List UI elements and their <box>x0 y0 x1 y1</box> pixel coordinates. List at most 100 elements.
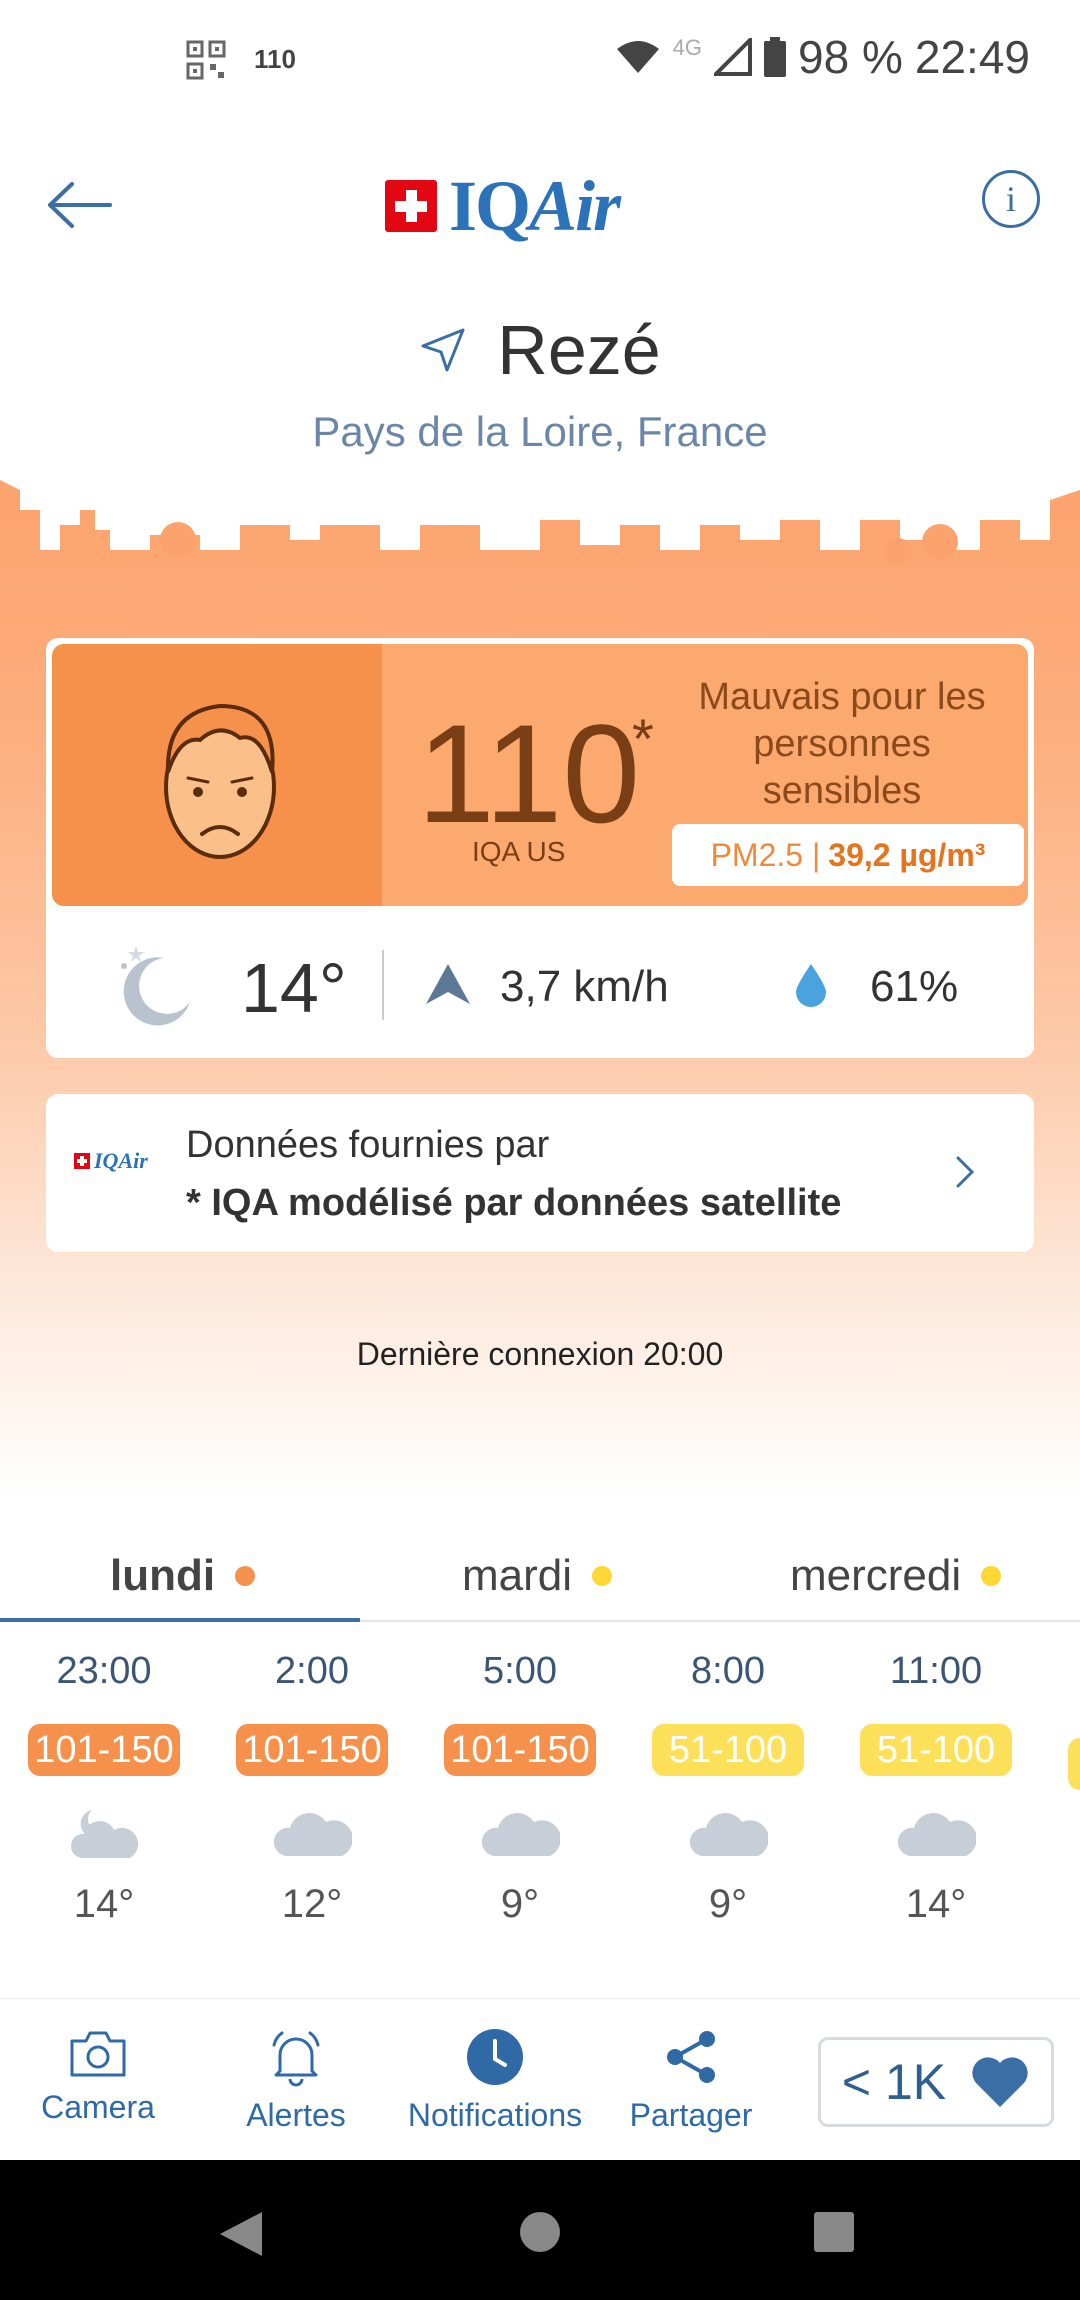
aqi-face-panel <box>52 644 382 906</box>
aqi-band: 110 * IQA US Mauvais pour les personnes … <box>52 644 1028 906</box>
sad-face-icon <box>164 703 276 859</box>
status-aqi-value: 110 <box>254 44 296 74</box>
forecast-item: 2:00 101-150 12° <box>232 1650 392 1927</box>
wind-direction-icon <box>426 964 470 1004</box>
location-block: Rezé Pays de la Loire, France <box>0 310 1080 456</box>
share-icon <box>667 2031 715 2083</box>
status-indicators: 4G 98 % 22:49 <box>615 30 1030 84</box>
source-logo: IQAir <box>74 1148 148 1174</box>
wind-speed: 3,7 km/h <box>500 962 669 1011</box>
moon-icon <box>121 946 190 1026</box>
forecast-aqi-badge-partial <box>1068 1738 1080 1790</box>
battery-level: 98 % <box>798 31 903 83</box>
share-button[interactable]: Partager <box>626 2027 756 2134</box>
notifications-label: Notifications <box>407 2097 583 2133</box>
network-type: 4G <box>672 35 703 60</box>
pollutant-concentration: 39,2 µg/m³ <box>828 836 986 873</box>
camera-label: Camera <box>41 2089 155 2125</box>
nav-home-icon[interactable] <box>518 2210 562 2254</box>
tab-label: mardi <box>462 1551 573 1600</box>
last-connection: Dernière connexion 20:00 <box>356 1336 724 1372</box>
source-logo-text: IQAir <box>94 1148 148 1173</box>
forecast-temp: 9° <box>708 1882 748 1926</box>
region-name: Pays de la Loire, France <box>312 408 768 455</box>
humidity: 61% <box>870 962 959 1011</box>
forecast-item: 5:00 101-150 9° <box>440 1650 600 1927</box>
navigation-arrow-icon <box>421 328 465 372</box>
signal-icon <box>714 38 753 76</box>
tab-label: mercredi <box>790 1551 962 1600</box>
qr-code-icon <box>186 40 226 80</box>
forecast-temp: 14° <box>73 1882 135 1926</box>
source-description: * IQA modélisé par données satellite <box>186 1182 842 1224</box>
nav-recents-icon[interactable] <box>812 2210 856 2254</box>
wifi-icon <box>616 41 659 73</box>
pollutant-name: PM2.5 | <box>710 836 821 873</box>
alerts-button[interactable]: Alertes <box>236 2027 356 2134</box>
hourly-forecast[interactable]: 23:00 101-150 14° 2:00 101-150 12° 5:00 … <box>0 1650 1080 1970</box>
status-bar: 110 4G 98 % 22:49 <box>0 0 1080 120</box>
chevron-right-icon <box>956 1156 975 1188</box>
nav-back-icon[interactable] <box>218 2210 264 2258</box>
forecast-time: 8:00 <box>691 1650 765 1692</box>
aqi-asterisk: * <box>632 707 654 770</box>
aqi-card[interactable]: 110 * IQA US Mauvais pour les personnes … <box>46 638 1034 1058</box>
forecast-aqi-badge: 101-150 <box>28 1724 180 1776</box>
notifications-button[interactable]: Notifications <box>400 2027 590 2134</box>
bell-icon <box>272 2031 320 2087</box>
aqi-scale-label: IQA US <box>472 836 566 867</box>
like-count: < 1K <box>841 2054 947 2110</box>
bottom-toolbar: Camera Alertes Notifications Partager < … <box>0 1998 1080 2160</box>
swiss-flag-small-icon <box>74 1153 90 1169</box>
cloud-icon <box>481 1813 560 1856</box>
swiss-flag-icon <box>385 180 437 232</box>
weather-row: 14° 3,7 km/h 61% <box>46 928 1034 1038</box>
aqi-dot <box>592 1566 613 1586</box>
weather-divider <box>382 950 384 1020</box>
tab-mercredi[interactable]: mercredi <box>790 1530 1002 1622</box>
forecast-item: 11:00 51-100 14° <box>856 1650 1016 1927</box>
camera-icon <box>70 2031 126 2077</box>
share-label: Partager <box>629 2097 753 2133</box>
forecast-item: 8:00 51-100 9° <box>648 1650 808 1927</box>
city-skyline-illustration <box>0 480 1080 566</box>
system-navigation-bar <box>0 2160 1080 2300</box>
like-button[interactable]: < 1K <box>818 2037 1054 2127</box>
forecast-time: 5:00 <box>483 1650 557 1692</box>
moon-cloud-icon <box>70 1810 139 1858</box>
forecast-aqi-badge: 101-150 <box>444 1724 596 1776</box>
forecast-time: 11:00 <box>889 1650 983 1692</box>
tab-mardi[interactable]: mardi <box>462 1530 613 1622</box>
day-tabs: lundi mardi mercredi <box>0 1530 1080 1622</box>
forecast-item: 23:00 101-150 14° <box>24 1650 184 1927</box>
temperature: 14° <box>241 949 347 1027</box>
forecast-aqi-badge: 101-150 <box>236 1724 388 1776</box>
forecast-aqi-badge: 51-100 <box>860 1724 1012 1776</box>
logo-text: IQAir <box>449 165 621 246</box>
tab-lundi[interactable]: lundi <box>110 1530 256 1622</box>
battery-icon <box>764 37 787 77</box>
forecast-temp: 14° <box>905 1882 967 1926</box>
aqi-dot <box>235 1566 256 1586</box>
humidity-drop-icon <box>796 964 826 1007</box>
forecast-temp: 12° <box>281 1882 343 1926</box>
city-row: Rezé <box>419 310 661 390</box>
forecast-time: 23:00 <box>56 1650 152 1692</box>
data-source-card[interactable]: IQAir Données fournies par * IQA modélis… <box>46 1094 1034 1252</box>
iqair-logo: IQAir <box>385 166 621 246</box>
forecast-temp: 9° <box>500 1882 540 1926</box>
city-name: Rezé <box>497 311 661 389</box>
heart-icon <box>972 2057 1028 2107</box>
aqi-value: 110 <box>417 695 641 852</box>
app-header: IQAir i <box>0 160 1080 250</box>
cloud-icon <box>273 1813 352 1856</box>
cloud-icon <box>897 1813 976 1856</box>
tab-label: lundi <box>110 1551 216 1600</box>
forecast-time: 2:00 <box>275 1650 349 1692</box>
active-tab-indicator <box>0 1618 360 1622</box>
camera-button[interactable]: Camera <box>38 2027 158 2126</box>
back-arrow-icon[interactable] <box>44 180 114 230</box>
info-button[interactable]: i <box>982 170 1040 228</box>
clock: 22:49 <box>914 31 1030 83</box>
cloud-icon <box>689 1813 768 1856</box>
